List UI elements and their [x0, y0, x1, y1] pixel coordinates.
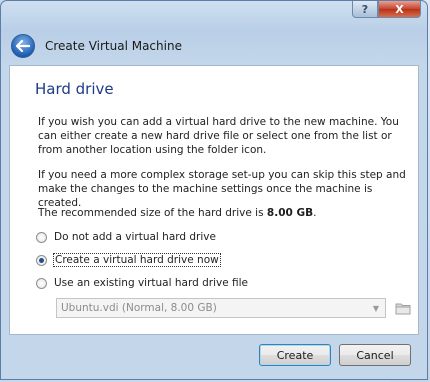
- option-use-existing-label: Use an existing virtual hard drive file: [54, 277, 248, 289]
- storage-hint-text: If you need a more complex storage set-u…: [38, 169, 406, 209]
- choose-file-button[interactable]: [394, 299, 412, 317]
- option-create-new-label: Create a virtual hard drive now: [53, 253, 221, 267]
- help-button[interactable]: ?: [352, 1, 378, 18]
- title-bar-buttons: ? X: [352, 1, 421, 18]
- radio-no-drive[interactable]: [36, 231, 47, 243]
- page-title: Hard drive: [35, 80, 114, 98]
- recommended-size-text: The recommended size of the hard drive i…: [38, 206, 408, 220]
- radio-use-existing[interactable]: [36, 277, 47, 289]
- radio-create-new[interactable]: [36, 254, 47, 266]
- intro-text: If you wish you can add a virtual hard d…: [38, 116, 399, 156]
- recommended-prefix: The recommended size of the hard drive i…: [38, 207, 264, 219]
- back-arrow-icon: [16, 40, 30, 52]
- folder-icon: [395, 303, 411, 315]
- existing-drive-select[interactable]: Ubuntu.vdi (Normal, 8.00 GB) ▼: [56, 298, 386, 318]
- option-use-existing[interactable]: Use an existing virtual hard drive file: [36, 277, 248, 289]
- dialog-window: ? X Create Virtual Machine Hard drive If…: [0, 0, 428, 380]
- close-button[interactable]: X: [378, 1, 421, 18]
- window-title: Create Virtual Machine: [45, 39, 182, 53]
- option-no-drive[interactable]: Do not add a virtual hard drive: [36, 231, 216, 243]
- existing-drive-value: Ubuntu.vdi (Normal, 8.00 GB): [61, 302, 217, 314]
- option-no-drive-label: Do not add a virtual hard drive: [54, 231, 216, 243]
- radio-selected-dot: [39, 257, 44, 263]
- wizard-header: Create Virtual Machine: [11, 31, 182, 61]
- chevron-down-icon: ▼: [372, 304, 379, 313]
- wizard-page: Hard drive If you wish you can add a vir…: [9, 65, 419, 335]
- back-button[interactable]: [11, 34, 35, 58]
- create-button[interactable]: Create: [259, 344, 331, 366]
- cancel-button[interactable]: Cancel: [339, 344, 411, 366]
- recommended-size-value: 8.00 GB: [266, 207, 314, 219]
- option-create-new[interactable]: Create a virtual hard drive now: [36, 253, 221, 267]
- recommended-suffix: .: [313, 207, 317, 219]
